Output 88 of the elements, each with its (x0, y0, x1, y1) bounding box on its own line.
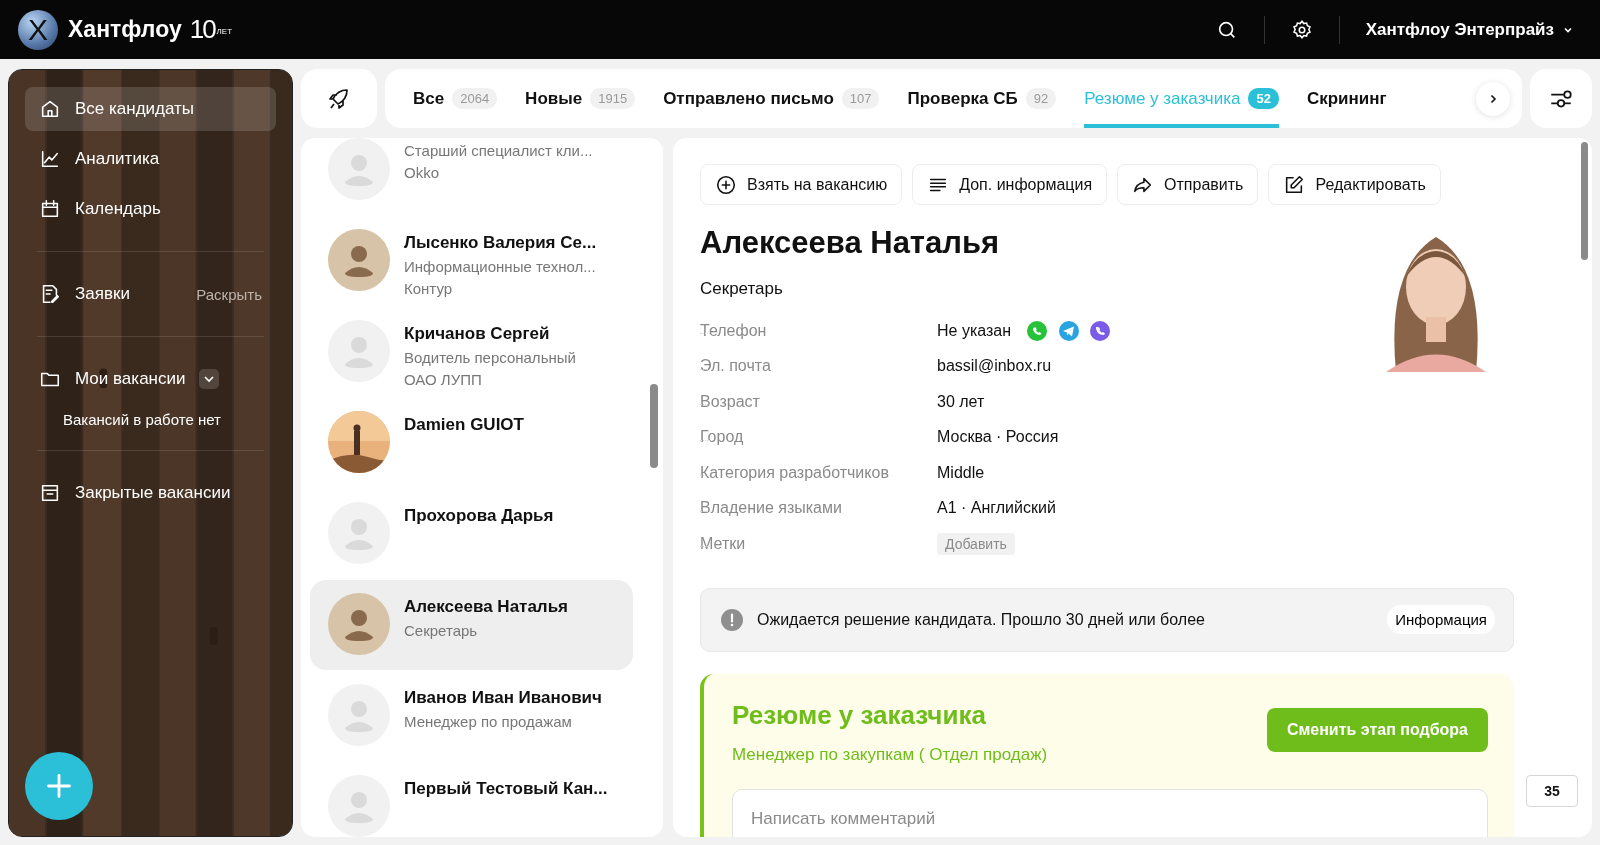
field-label: Метки (700, 534, 747, 553)
line-chart-icon (39, 148, 61, 170)
candidate-name: Damien GUIOT (404, 415, 524, 435)
stage-tab[interactable]: Все 2064 (413, 69, 498, 128)
candidate-item[interactable]: Кричанов Сергей Водитель персональный ОАО ЛУПП (310, 307, 633, 397)
notice-text: Ожидается решение кандидата. Прошло 30 дней или более (757, 610, 1206, 629)
empty-note: Вакансий в работе нет (62, 410, 222, 428)
candidate-item[interactable]: Damien GUIOT (310, 398, 633, 488)
calendar-icon (39, 198, 61, 220)
comment-field[interactable]: Написать комментарий (732, 788, 1488, 837)
home-icon (39, 98, 61, 120)
candidate-name: Иванов Иван Иванович (404, 688, 602, 708)
candidate-detail: Информационные технол... (404, 258, 597, 275)
sidebar-item[interactable]: Закрытые вакансии (25, 471, 276, 515)
phone-icon[interactable] (1088, 319, 1111, 342)
stage-tab[interactable]: Отправлено письмо 107 (663, 69, 880, 128)
sidebar-item[interactable]: Заявки Раскрыть (25, 272, 276, 316)
avatar-icon (328, 593, 390, 655)
sidebar-item[interactable]: Мои вакансии (25, 357, 276, 401)
candidate-item[interactable]: Алексеева Наталья Секретарь (310, 580, 633, 670)
sidebar-item[interactable]: Аналитика (25, 137, 276, 181)
pencil-icon (1283, 173, 1306, 196)
avatar-icon (328, 502, 390, 564)
sidebar-item[interactable]: Все кандидаты (25, 87, 276, 131)
field-value: Middle (937, 463, 986, 482)
candidate-detail: ОАО ЛУПП (404, 371, 483, 388)
candidate-item[interactable]: Иванов Иван Иванович Менеджер по продажам (310, 671, 633, 761)
field-label: Город (700, 428, 745, 447)
candidate-name: Кричанов Сергей (404, 324, 551, 344)
field-value: Не указан (937, 321, 1013, 340)
action-button[interactable]: Редактировать (1268, 164, 1441, 205)
scrollbar[interactable] (650, 384, 658, 468)
warning-icon (721, 608, 743, 631)
candidate-detail: Контур (404, 280, 454, 297)
account-menu[interactable]: Хантфлоу Энтерпрайз (1365, 19, 1574, 40)
avatar-icon (328, 320, 390, 382)
field-value: bassil@inbox.ru (937, 357, 1053, 376)
settings-icon[interactable] (1290, 18, 1313, 41)
candidate-item[interactable]: Старший специалист кли... Okko (310, 138, 633, 215)
candidate-item[interactable]: Прохорова Дарья (310, 489, 633, 579)
logo-mark[interactable]: X (18, 9, 58, 50)
chevron-down-icon[interactable] (199, 369, 220, 389)
anniversary-word: ЛЕТ (216, 27, 233, 36)
avatar-icon (328, 229, 390, 291)
rocket-icon[interactable] (327, 86, 351, 111)
candidate-name: Прохорова Дарья (404, 506, 554, 526)
candidate-detail: Менеджер по продажам (404, 713, 573, 730)
field-value: A1 · Английский (937, 499, 1057, 518)
anniversary-number: 10 (189, 14, 215, 45)
candidate-item[interactable]: Лысенко Валерия Се... Информационные технол... Контур (310, 216, 633, 306)
stage-tab[interactable]: Новые 1915 (525, 69, 636, 128)
candidate-title: Алексеева Наталья (700, 225, 1001, 261)
paper-plane-icon[interactable] (1057, 319, 1080, 342)
rocket-button[interactable] (301, 69, 377, 128)
candidate-detail: Okko (404, 164, 440, 181)
candidate-detail: Секретарь (404, 622, 479, 639)
candidate-detail: Водитель персональный (404, 349, 576, 366)
candidate-name: Лысенко Валерия Се... (404, 233, 597, 253)
field-label: Возраст (700, 392, 761, 411)
field-label: Владение языками (700, 499, 843, 518)
stage-title: Резюме у заказчика (732, 699, 987, 731)
scrollbar[interactable] (1581, 142, 1588, 260)
filter-button[interactable] (1530, 69, 1592, 128)
action-button[interactable]: Взять на вакансию (700, 164, 903, 205)
expand-link[interactable]: Раскрыть (196, 285, 262, 303)
position-text: Секретарь (700, 279, 784, 299)
field-label: Эл. почта (700, 357, 772, 376)
candidate-detail: Старший специалист кли... (404, 142, 593, 159)
candidate-item[interactable]: Первый Тестовый Кан... (310, 762, 633, 837)
field-label: Телефон (700, 321, 768, 340)
avatar-icon (328, 684, 390, 746)
plus-circle-icon (715, 173, 737, 196)
stage-tab[interactable]: Скрининг (1306, 69, 1387, 128)
field-label: Категория разработчиков (700, 463, 890, 482)
logo-text[interactable]: Хантфлоу (68, 16, 182, 43)
field-value: 30 лет (937, 392, 986, 411)
candidate-name: Алексеева Наталья (404, 597, 569, 617)
avatar-icon (328, 138, 390, 200)
sidebar-item[interactable]: Календарь (25, 187, 276, 231)
action-button[interactable]: Доп. информация (912, 164, 1108, 205)
info-button[interactable]: Информация (1387, 605, 1495, 634)
candidate-name: Первый Тестовый Кан... (404, 779, 608, 799)
stage-tab[interactable]: Проверка СБ 92 (907, 69, 1057, 128)
comment-count-badge[interactable]: 35 (1526, 775, 1578, 807)
archive-box-icon (39, 482, 61, 504)
avatar-icon (328, 775, 390, 837)
action-button[interactable]: Отправить (1117, 164, 1259, 205)
field-value: Москва · Россия (937, 428, 1060, 447)
